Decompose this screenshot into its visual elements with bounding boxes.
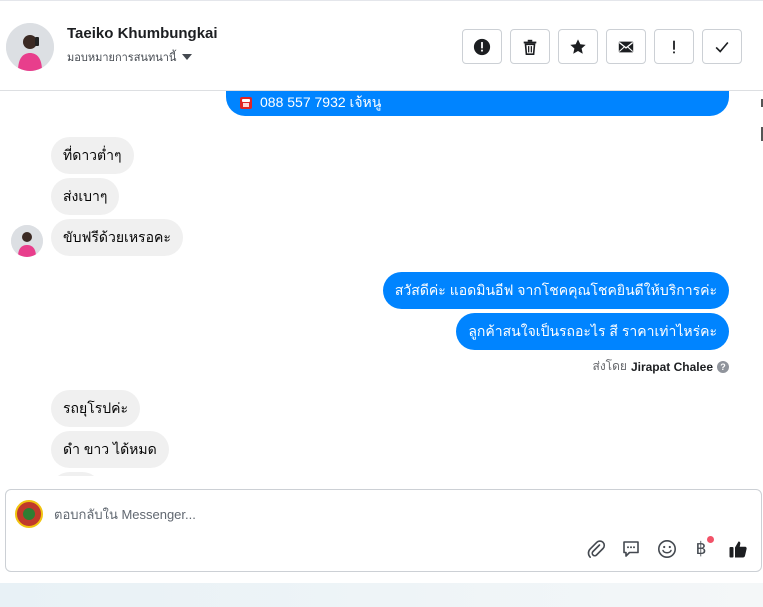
follow-up-button[interactable]	[654, 29, 694, 64]
delete-button[interactable]	[510, 29, 550, 64]
star-button[interactable]	[558, 29, 598, 64]
exclamation-icon	[673, 40, 675, 53]
check-icon	[715, 41, 729, 53]
mark-done-button[interactable]	[702, 29, 742, 64]
chat-bubble-icon	[623, 541, 639, 557]
message-text: ขับฟรีด้วยเหรอคะ	[63, 229, 171, 245]
incoming-message[interactable]: ขับฟรีด้วยเหรอคะ	[51, 219, 183, 256]
contact-avatar[interactable]	[6, 23, 54, 71]
emoji-button[interactable]	[656, 538, 678, 560]
paperclip-icon	[587, 540, 606, 558]
contact-photo	[6, 23, 54, 71]
page-avatar	[15, 500, 43, 528]
message-text: ลูกค้าสนใจเป็นรถอะไร สี ราคาเท่าไหร่คะ	[468, 323, 717, 339]
contact-avatar-small	[11, 225, 43, 257]
thumbs-up-icon	[729, 541, 747, 558]
conversation-header: Taeiko Khumbungkai มอบหมายการสนทนานี้	[0, 0, 763, 91]
message-text: ส่งเบาๆ	[63, 188, 108, 204]
incoming-message[interactable]: ที่ดาวต่ำๆ	[51, 137, 134, 174]
outgoing-message[interactable]: สวัสดีค่ะ แอดมินอีฟ จากโชคคุณโชคยินดีให้…	[382, 272, 729, 309]
sender-name[interactable]: Jirapat Chalee	[631, 360, 713, 374]
reply-composer: ฿	[5, 489, 762, 572]
baht-icon: ฿	[695, 539, 707, 558]
mark-spam-button[interactable]	[462, 29, 502, 64]
sent-by-label: ส่งโดย Jirapat Chalee ?	[592, 357, 729, 376]
outgoing-message[interactable]: ลูกค้าสนใจเป็นรถอะไร สี ราคาเท่าไหร่คะ	[456, 313, 729, 350]
envelope-icon	[618, 41, 634, 52]
reply-input[interactable]	[54, 504, 654, 524]
message-text: ที่ดาวต่ำๆ	[63, 147, 122, 163]
incoming-message[interactable]: ส่งเบาๆ	[51, 178, 120, 215]
incoming-message[interactable]: ดำ ขาว ได้หมด	[51, 431, 169, 468]
contact-photo	[11, 225, 43, 257]
assign-label: มอบหมายการสนทนานี้	[67, 52, 177, 64]
message-text: 088 557 7932 เจ้หนู	[260, 94, 382, 110]
smiley-icon	[658, 540, 676, 558]
incoming-message-partial[interactable]	[51, 472, 101, 476]
message-text: ดำ ขาว ได้หมด	[63, 441, 157, 457]
assign-conversation-dropdown[interactable]: มอบหมายการสนทนานี้	[67, 48, 193, 66]
payment-button[interactable]: ฿	[692, 536, 714, 560]
chevron-down-icon	[182, 54, 193, 60]
message-text: สวัสดีค่ะ แอดมินอีฟ จากโชคคุณโชคยินดีให้…	[394, 282, 717, 298]
attach-button[interactable]	[585, 538, 607, 560]
incoming-message[interactable]: รถยุโรปค่ะ	[51, 390, 141, 427]
contact-name[interactable]: Taeiko Khumbungkai	[67, 25, 218, 42]
message-thread[interactable]: 088 557 7932 เจ้หนู ที่ดาวต่ำๆ ส่งเบาๆ ข…	[0, 91, 763, 476]
telephone-icon	[240, 96, 252, 109]
alert-circle-icon	[473, 38, 491, 55]
message-text: รถยุโรปค่ะ	[63, 400, 129, 416]
like-button[interactable]	[727, 538, 749, 560]
star-icon	[570, 38, 586, 54]
saved-replies-button[interactable]	[620, 538, 642, 560]
trash-icon	[523, 39, 537, 55]
outgoing-message[interactable]: 088 557 7932 เจ้หนู	[226, 91, 729, 116]
notification-dot	[707, 536, 714, 543]
help-icon[interactable]: ?	[717, 360, 729, 373]
sent-by-prefix: ส่งโดย	[592, 359, 627, 373]
mark-unread-button[interactable]	[606, 29, 646, 64]
page-background-strip	[0, 583, 763, 607]
